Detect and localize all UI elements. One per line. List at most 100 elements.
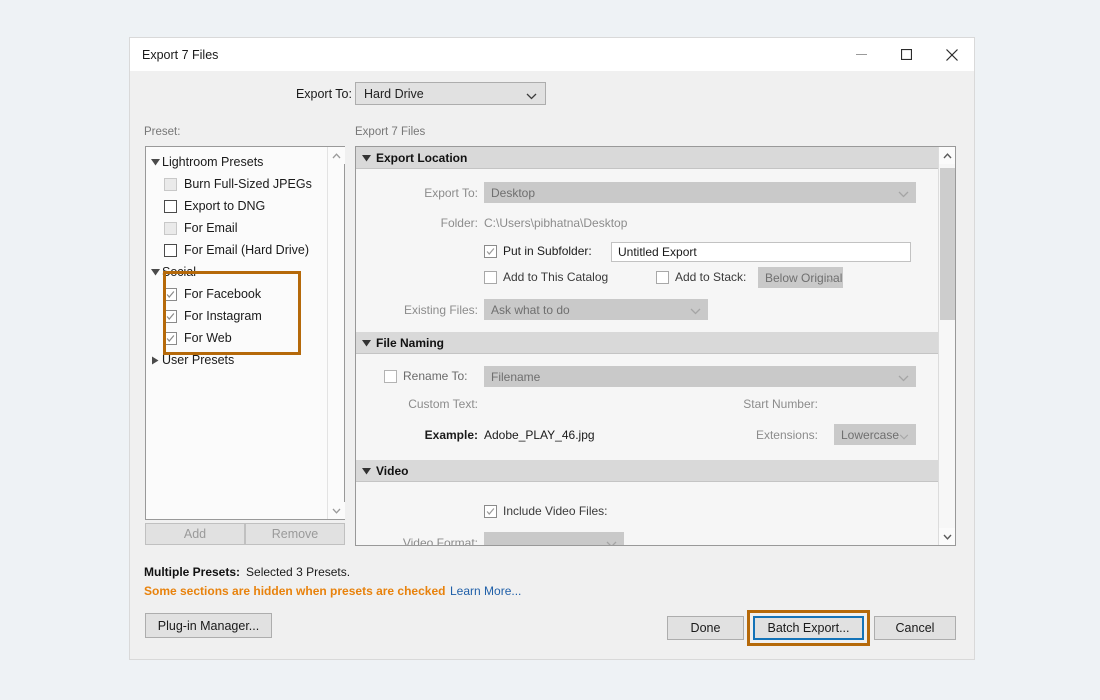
preset-item-for-email[interactable]: For Email — [146, 217, 328, 239]
scroll-up-icon[interactable] — [939, 147, 955, 164]
rename-to-label: Rename To: — [403, 369, 468, 383]
remove-preset-button[interactable]: Remove — [245, 523, 345, 545]
preset-item-for-email-hard-drive[interactable]: For Email (Hard Drive) — [146, 239, 328, 261]
video-format-label: Video Format: — [402, 536, 478, 546]
settings-pane: Export Location Export To: Desktop Folde… — [355, 146, 956, 546]
close-button[interactable] — [929, 38, 974, 71]
rename-to-dropdown[interactable]: Filename — [484, 366, 916, 387]
folder-value: C:\Users\pibhatna\Desktop — [484, 216, 628, 230]
add-to-stack-checkbox-row[interactable]: Add to Stack: — [656, 270, 746, 284]
add-to-catalog-checkbox-row[interactable]: Add to This Catalog — [484, 270, 608, 284]
multiple-presets-value: Selected 3 Presets. — [246, 565, 351, 579]
close-icon — [945, 48, 958, 61]
checkbox-unchecked-icon[interactable] — [164, 243, 177, 257]
scroll-down-icon[interactable] — [939, 528, 955, 545]
extensions-dropdown[interactable]: Lowercase — [834, 424, 916, 445]
section-title: Video — [376, 463, 409, 478]
section-header-export-location[interactable]: Export Location — [356, 147, 939, 169]
triangle-down-icon — [356, 467, 376, 475]
preset-group-social[interactable]: Social — [146, 261, 328, 283]
multiple-presets-status: Multiple Presets: Selected 3 Presets. — [144, 565, 350, 579]
rename-to-checkbox-row[interactable]: Rename To: — [384, 369, 467, 383]
section-title: Export Location — [376, 150, 468, 165]
put-in-subfolder-label: Put in Subfolder: — [503, 244, 592, 258]
checkbox-unchecked-icon[interactable] — [384, 369, 397, 383]
preset-item-for-web[interactable]: For Web — [146, 327, 328, 349]
rename-to-value: Filename — [491, 369, 541, 384]
add-preset-button[interactable]: Add — [145, 523, 245, 545]
existing-files-dropdown[interactable]: Ask what to do — [484, 299, 708, 320]
minimize-icon — [856, 54, 867, 55]
checkbox-checked-icon[interactable] — [484, 504, 497, 518]
preset-group-label: User Presets — [162, 353, 235, 367]
preset-item-for-facebook[interactable]: For Facebook — [146, 283, 328, 305]
preset-group-label: Lightroom Presets — [162, 155, 264, 169]
stack-position-dropdown[interactable]: Below Original — [758, 267, 843, 288]
checkbox-unchecked-disabled-icon[interactable] — [164, 177, 177, 191]
learn-more-link[interactable]: Learn More... — [450, 584, 521, 598]
checkbox-checked-icon[interactable] — [164, 309, 177, 323]
section-header-video[interactable]: Video — [356, 460, 939, 482]
settings-scrollbar[interactable] — [938, 147, 955, 545]
checkbox-checked-icon[interactable] — [164, 287, 177, 301]
plugin-manager-button[interactable]: Plug-in Manager... — [145, 613, 272, 638]
scroll-down-icon[interactable] — [328, 502, 345, 519]
preset-item-label: For Email — [184, 221, 238, 235]
extensions-label: Extensions: — [755, 428, 818, 442]
include-video-files-checkbox-row[interactable]: Include Video Files: — [484, 504, 608, 518]
minimize-button[interactable] — [839, 38, 884, 71]
preset-item-label: For Facebook — [184, 287, 262, 301]
preset-item-label: For Email (Hard Drive) — [184, 243, 310, 257]
section-body-export-location: Export To: Desktop Folder: C:\Users\pibh… — [356, 169, 939, 332]
checkbox-unchecked-disabled-icon[interactable] — [164, 221, 177, 235]
export-location-export-to-dropdown[interactable]: Desktop — [484, 182, 916, 203]
section-header-file-naming[interactable]: File Naming — [356, 332, 939, 354]
add-to-stack-label: Add to Stack: — [675, 270, 747, 284]
triangle-right-icon — [148, 356, 162, 365]
preset-pane: Lightroom Presets Burn Full-Sized JPEGs … — [145, 146, 345, 520]
maximize-button[interactable] — [884, 38, 929, 71]
preset-item-burn-full-sized-jpegs[interactable]: Burn Full-Sized JPEGs — [146, 173, 328, 195]
preset-item-label: For Instagram — [184, 309, 262, 323]
export-dialog: Export 7 Files Export To: Hard Drive Pre… — [130, 38, 974, 659]
chevron-down-icon — [690, 304, 701, 318]
cancel-button[interactable]: Cancel — [874, 616, 956, 640]
section-body-video: Include Video Files: Video Format: — [356, 482, 939, 546]
preset-item-export-to-dng[interactable]: Export to DNG — [146, 195, 328, 217]
done-button[interactable]: Done — [667, 616, 744, 640]
checkbox-checked-icon[interactable] — [164, 331, 177, 345]
preset-tree: Lightroom Presets Burn Full-Sized JPEGs … — [146, 147, 328, 519]
preset-item-label: Burn Full-Sized JPEGs — [184, 177, 312, 191]
checkbox-checked-icon[interactable] — [484, 244, 497, 258]
maximize-icon — [901, 49, 912, 60]
window-title: Export 7 Files — [142, 47, 219, 62]
chevron-down-icon — [898, 187, 909, 201]
preset-group-lightroom-presets[interactable]: Lightroom Presets — [146, 151, 328, 173]
checkbox-unchecked-icon[interactable] — [164, 199, 177, 213]
checkbox-unchecked-icon[interactable] — [656, 270, 669, 284]
export-destination-row: Export To: Hard Drive — [130, 71, 974, 121]
export-location-export-to-label: Export To: — [424, 186, 478, 200]
section-body-file-naming: Rename To: Filename Custom Text: Start N… — [356, 354, 939, 460]
triangle-down-icon — [356, 154, 376, 162]
settings-sections: Export Location Export To: Desktop Folde… — [356, 147, 939, 545]
preset-pane-label: Preset: — [144, 126, 181, 138]
preset-scrollbar[interactable] — [327, 147, 345, 519]
section-title: File Naming — [376, 335, 445, 350]
checkbox-unchecked-icon[interactable] — [484, 270, 497, 284]
export-to-dropdown[interactable]: Hard Drive — [355, 82, 546, 105]
preset-item-label: Export to DNG — [184, 199, 266, 213]
scrollbar-thumb[interactable] — [940, 168, 955, 320]
batch-export-button[interactable]: Batch Export... — [753, 616, 864, 640]
preset-group-user-presets[interactable]: User Presets — [146, 349, 328, 371]
custom-text-label: Custom Text: — [408, 397, 478, 411]
put-in-subfolder-checkbox-row[interactable]: Put in Subfolder: — [484, 244, 592, 258]
scroll-up-icon[interactable] — [328, 147, 345, 164]
existing-files-value: Ask what to do — [491, 302, 570, 317]
chevron-down-icon — [898, 371, 909, 385]
folder-label: Folder: — [440, 216, 478, 230]
preset-item-for-instagram[interactable]: For Instagram — [146, 305, 328, 327]
video-format-dropdown[interactable] — [484, 532, 624, 545]
hidden-sections-warning: Some sections are hidden when presets ar… — [144, 584, 446, 598]
subfolder-name-input[interactable]: Untitled Export — [611, 242, 911, 262]
